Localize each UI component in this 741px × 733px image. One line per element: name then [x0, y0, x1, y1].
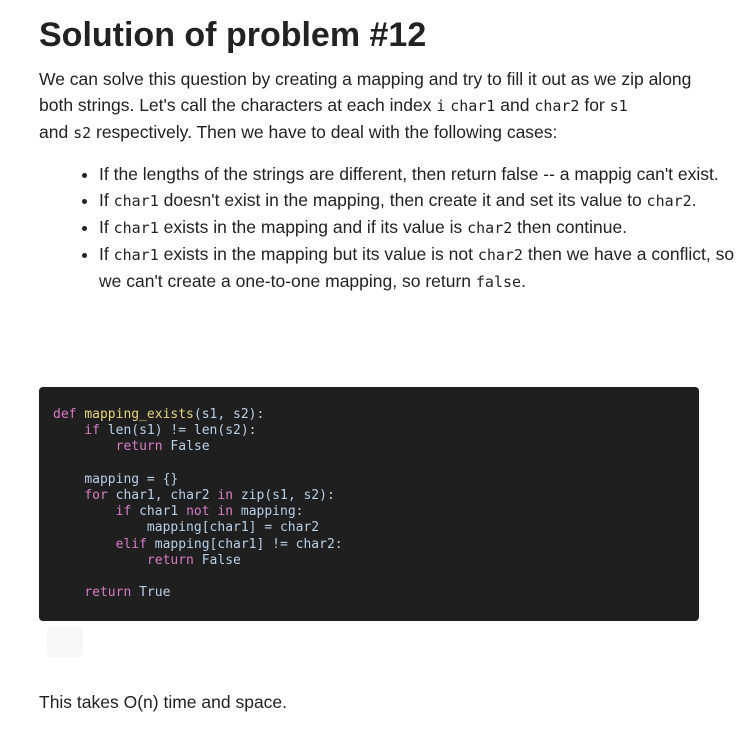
code-text: mapping[char1] != char2: — [146, 536, 343, 552]
list-item: If char1 exists in the mapping and if it… — [99, 214, 739, 241]
inline-code: char2 — [467, 219, 513, 237]
intro-text: for — [579, 95, 610, 115]
case-text: exists in the mapping and if its value i… — [158, 217, 468, 237]
intro-text: and — [495, 95, 535, 115]
code-text: char1, char2 — [107, 488, 218, 504]
code-text: mapping: — [233, 504, 304, 520]
case-text: . — [691, 190, 697, 210]
code-keyword: def — [53, 407, 77, 422]
code-text: mapping[char1] = char2 — [146, 520, 320, 536]
inline-code: s1 — [609, 97, 628, 115]
code-keyword: for — [84, 488, 108, 504]
inline-code: i — [436, 97, 446, 115]
cases-list: If the lengths of the strings are differ… — [39, 161, 739, 295]
case-text: then continue. — [512, 217, 628, 237]
inline-code: char1 — [450, 97, 496, 115]
case-text: doesn't exist in the mapping, then creat… — [158, 190, 647, 210]
intro-text: and — [39, 122, 74, 142]
code-text: len(s1) != len(s2): — [99, 423, 257, 439]
code-keyword: not in — [186, 504, 234, 520]
case-text: If — [99, 217, 114, 237]
inline-code: char1 — [113, 219, 159, 237]
closing-paragraph: This takes O(n) time and space. — [39, 692, 288, 712]
list-item: If char1 exists in the mapping but its v… — [99, 241, 739, 295]
case-text: exists in the mapping but its value is n… — [158, 244, 478, 264]
inline-code: false — [475, 273, 522, 291]
inline-code: char2 — [534, 97, 580, 115]
case-text: If — [99, 244, 114, 264]
code-keyword: in — [217, 488, 234, 504]
page-title: Solution of problem #12 — [39, 16, 427, 54]
code-keyword: elif — [115, 536, 147, 552]
code-text: True — [131, 585, 171, 601]
code-text: char1 — [131, 504, 187, 520]
list-item: If the lengths of the strings are differ… — [99, 161, 739, 187]
inline-code: s2 — [73, 124, 92, 142]
copy-code-button[interactable] — [47, 627, 83, 657]
intro-text: respectively. Then we have to deal with … — [91, 122, 558, 142]
inline-code: char1 — [113, 246, 159, 264]
code-keyword: if — [84, 423, 100, 439]
code-text: mapping = {} — [84, 471, 179, 487]
code-keyword: return — [84, 585, 132, 601]
code-keyword: return — [115, 439, 163, 455]
code-text: False — [162, 439, 210, 455]
code-function-name: mapping_exists — [84, 407, 194, 422]
case-text: If the lengths of the strings are differ… — [99, 164, 719, 184]
code-text: (s1, s2): — [193, 407, 265, 422]
code-text: False — [193, 552, 241, 568]
intro-paragraph: We can solve this question by creating a… — [39, 66, 701, 146]
inline-code: char2 — [477, 246, 523, 264]
case-text: . — [521, 271, 526, 291]
code-keyword: if — [115, 504, 132, 520]
list-item: If char1 doesn't exist in the mapping, t… — [99, 187, 739, 214]
inline-code: char1 — [113, 192, 159, 210]
case-text: If — [99, 190, 114, 210]
code-block[interactable]: def mapping_exists(s1, s2): if len(s1) !… — [39, 387, 699, 621]
inline-code: char2 — [646, 192, 692, 210]
code-keyword: return — [146, 552, 194, 568]
code-text: zip(s1, s2): — [233, 488, 335, 504]
code-listing[interactable]: def mapping_exists(s1, s2): if len(s1) !… — [39, 387, 699, 621]
